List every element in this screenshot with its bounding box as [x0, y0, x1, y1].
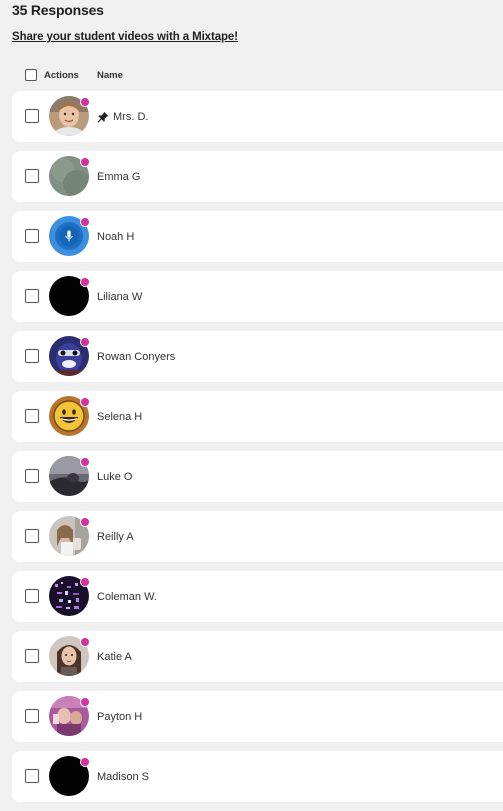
status-dot [80, 217, 90, 227]
name-column-header: Name [97, 69, 123, 81]
status-dot [80, 397, 90, 407]
status-dot [80, 577, 90, 587]
pin-icon [97, 111, 109, 123]
share-mixtape-link[interactable]: Share your student videos with a Mixtape… [12, 31, 238, 43]
status-dot [80, 637, 90, 647]
status-dot [80, 757, 90, 767]
status-dot [80, 517, 90, 527]
student-name: Mrs. D. [113, 110, 149, 123]
response-row[interactable]: Liliana W [12, 271, 503, 322]
row-checkbox[interactable] [25, 469, 39, 483]
response-row[interactable]: Selena H [12, 391, 503, 442]
row-checkbox[interactable] [25, 589, 39, 603]
student-name: Katie A [97, 650, 132, 663]
student-name: Rowan Conyers [97, 350, 176, 363]
student-name: Luke O [97, 470, 133, 483]
student-name: Emma G [97, 170, 141, 183]
table-header: Actions Name [25, 67, 123, 83]
response-row[interactable]: Luke O [12, 451, 503, 502]
status-dot [80, 337, 90, 347]
row-checkbox[interactable] [25, 229, 39, 243]
response-row[interactable]: Noah H [12, 211, 503, 262]
student-name: Payton H [97, 710, 143, 723]
row-checkbox[interactable] [25, 529, 39, 543]
responses-count-title: 35 Responses [12, 2, 104, 18]
student-name: Madison S [97, 770, 149, 783]
response-row[interactable]: Payton H [12, 691, 503, 742]
response-row[interactable]: Emma G [12, 151, 503, 202]
row-checkbox[interactable] [25, 409, 39, 423]
response-row[interactable]: Madison S [12, 751, 503, 802]
response-row[interactable]: Katie A [12, 631, 503, 682]
student-name: Noah H [97, 230, 135, 243]
response-row[interactable]: Reilly A [12, 511, 503, 562]
status-dot [80, 277, 90, 287]
status-dot [80, 157, 90, 167]
row-checkbox[interactable] [25, 709, 39, 723]
row-checkbox[interactable] [25, 109, 39, 123]
status-dot [80, 457, 90, 467]
student-name: Coleman W. [97, 590, 157, 603]
row-checkbox[interactable] [25, 649, 39, 663]
row-checkbox[interactable] [25, 349, 39, 363]
row-checkbox[interactable] [25, 769, 39, 783]
select-all-checkbox[interactable] [25, 69, 37, 81]
status-dot [80, 697, 90, 707]
response-row[interactable]: Mrs. D. [12, 91, 503, 142]
responses-list: Mrs. D. Emma G Noah H Liliana W Rowan Co… [12, 91, 503, 811]
row-checkbox[interactable] [25, 289, 39, 303]
student-name: Reilly A [97, 530, 134, 543]
row-checkbox[interactable] [25, 169, 39, 183]
status-dot [80, 97, 90, 107]
student-name: Liliana W [97, 290, 143, 303]
response-row[interactable]: Coleman W. [12, 571, 503, 622]
student-name: Selena H [97, 410, 143, 423]
actions-column-header: Actions [44, 69, 79, 81]
response-row[interactable]: Rowan Conyers [12, 331, 503, 382]
